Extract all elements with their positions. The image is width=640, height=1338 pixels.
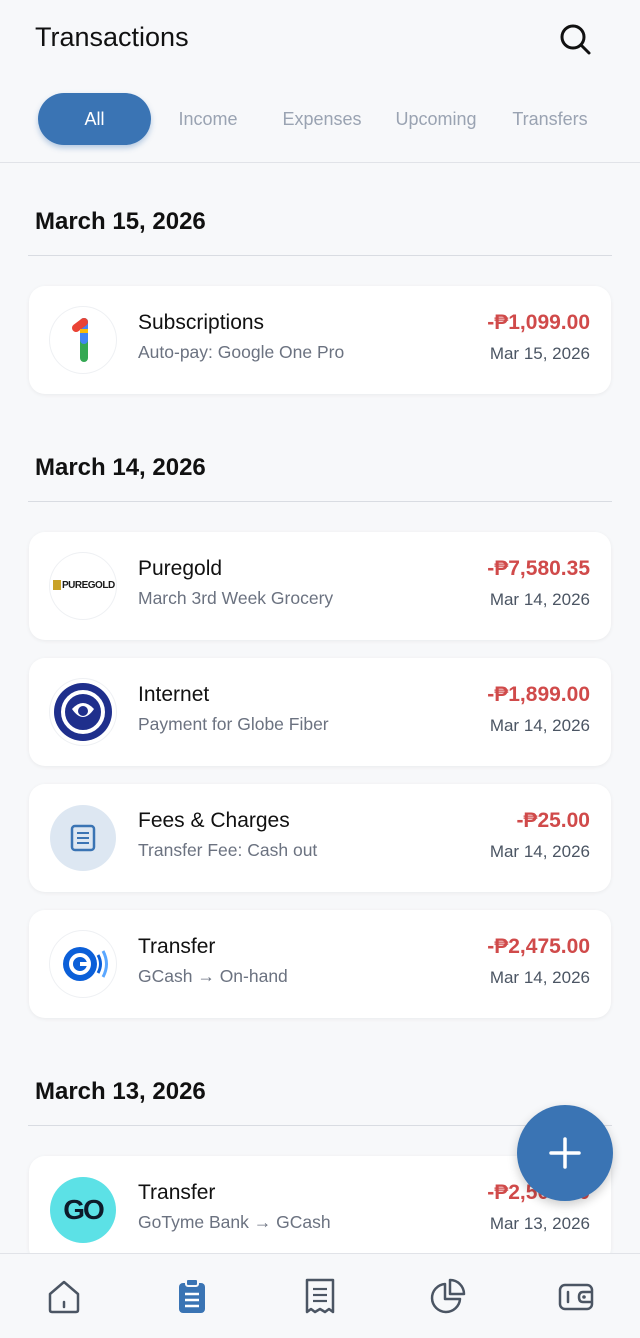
transaction-list[interactable]: March 15, 2026 Subscriptions Auto-pay: G…: [0, 163, 640, 1253]
transaction-date: Mar 13, 2026: [489, 1214, 590, 1233]
transaction-name: Internet: [138, 683, 210, 706]
transaction-name: Subscriptions: [138, 311, 265, 334]
section-date-heading: March 15, 2026: [35, 208, 206, 235]
add-transaction-button[interactable]: [517, 1105, 613, 1201]
transaction-amount: -₱7,580.35: [487, 557, 590, 580]
transaction-date: Mar 14, 2026: [489, 842, 590, 861]
transaction-date: Mar 14, 2026: [489, 968, 590, 987]
clipboard-list-icon[interactable]: [172, 1276, 212, 1316]
tab-transfers[interactable]: Transfers: [493, 93, 607, 145]
wallet-icon[interactable]: [556, 1276, 596, 1316]
transaction-amount: -₱1,899.00: [487, 683, 590, 706]
transaction-name: Transfer: [138, 1181, 216, 1204]
section-date-heading: March 14, 2026: [35, 454, 206, 481]
transaction-description: Payment for Globe Fiber: [138, 714, 329, 734]
gcash-logo: [50, 931, 116, 997]
transaction-name: Transfer: [138, 935, 216, 958]
page-title: Transactions: [35, 22, 189, 52]
transaction-name: Fees & Charges: [138, 809, 290, 832]
puregold-logo: PUREGOLD: [50, 553, 116, 619]
pie-chart-icon[interactable]: [428, 1276, 468, 1316]
transaction-date: Mar 14, 2026: [489, 716, 590, 735]
transaction-card[interactable]: PUREGOLD Puregold March 3rd Week Grocery…: [29, 532, 611, 640]
home-icon[interactable]: [44, 1276, 84, 1316]
gotyme-logo: GO: [50, 1177, 116, 1243]
tab-all[interactable]: All: [38, 93, 151, 145]
transaction-card[interactable]: Subscriptions Auto-pay: Google One Pro -…: [29, 286, 611, 394]
bottom-navigation: [0, 1253, 640, 1338]
transaction-date: Mar 14, 2026: [489, 590, 590, 609]
transaction-description: GoTyme Bank → GCash: [138, 1212, 331, 1232]
transaction-description: GCash → On-hand: [138, 966, 288, 986]
transaction-amount: -₱25.00: [516, 809, 590, 832]
section-divider: [28, 501, 612, 502]
receipt-icon: [50, 805, 116, 871]
transaction-amount: -₱2,475.00: [487, 935, 590, 958]
tab-income[interactable]: Income: [151, 93, 265, 145]
plus-icon: [549, 1137, 581, 1169]
google-one-icon: [50, 307, 116, 373]
globe-logo: [50, 679, 116, 745]
transaction-card[interactable]: Fees & Charges Transfer Fee: Cash out -₱…: [29, 784, 611, 892]
filter-tabs: All Income Expenses Upcoming Transfers: [38, 93, 607, 145]
search-icon[interactable]: [558, 22, 592, 56]
section-divider: [28, 255, 612, 256]
transaction-description: Auto-pay: Google One Pro: [138, 342, 345, 362]
transaction-card[interactable]: Internet Payment for Globe Fiber -₱1,899…: [29, 658, 611, 766]
transaction-name: Puregold: [138, 557, 223, 580]
transaction-date: Mar 15, 2026: [489, 344, 590, 363]
transaction-description: Transfer Fee: Cash out: [138, 840, 318, 860]
transaction-card[interactable]: Transfer GCash → On-hand -₱2,475.00 Mar …: [29, 910, 611, 1018]
transaction-amount: -₱1,099.00: [487, 311, 590, 334]
receipt-icon[interactable]: [300, 1276, 340, 1316]
transaction-description: March 3rd Week Grocery: [138, 588, 334, 608]
section-date-heading: March 13, 2026: [35, 1078, 206, 1105]
tab-expenses[interactable]: Expenses: [265, 93, 379, 145]
tab-upcoming[interactable]: Upcoming: [379, 93, 493, 145]
app-header: Transactions All Income Expenses Upcomin…: [0, 0, 640, 163]
